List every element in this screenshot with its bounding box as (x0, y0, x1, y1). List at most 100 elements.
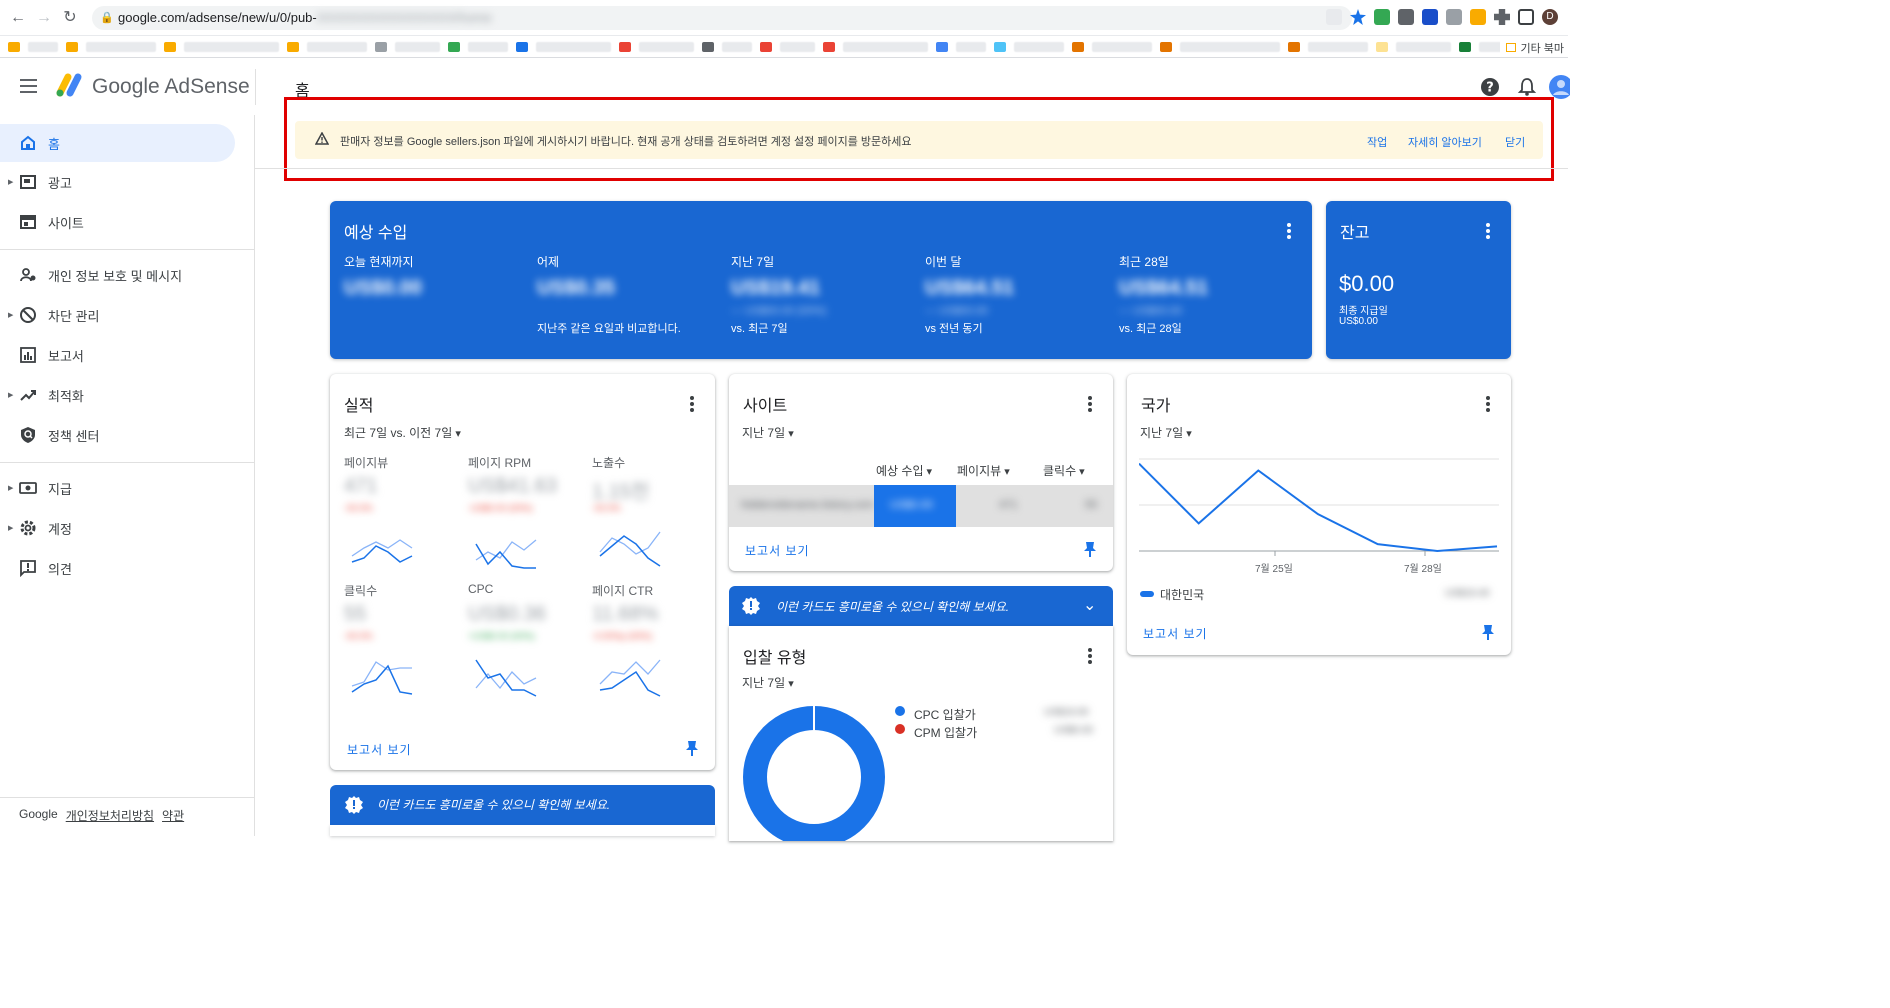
more-vert-icon[interactable] (690, 396, 694, 414)
sidebar-item-sites[interactable]: 사이트 (0, 203, 235, 241)
terms-link[interactable]: 약관 (162, 807, 184, 824)
sparkline-impressions (599, 531, 661, 567)
back-icon[interactable]: ← (8, 8, 28, 28)
bookmark[interactable] (307, 41, 367, 52)
banner-close-button[interactable]: 닫기 (1505, 134, 1525, 150)
bookmark[interactable] (28, 41, 58, 52)
forward-icon[interactable]: → (34, 8, 54, 28)
folder-icon[interactable] (164, 41, 176, 52)
bookmark[interactable] (395, 41, 440, 52)
side-panel-icon[interactable] (1518, 9, 1534, 25)
extension-icon[interactable] (1422, 9, 1438, 25)
bookmark[interactable] (780, 41, 815, 52)
browser-toolbar: ← → ↻ 🔒 google.com/adsense/new/u/0/pub-X… (0, 0, 1568, 36)
bookmark-icon[interactable] (823, 41, 835, 52)
extension-icon[interactable] (1470, 9, 1486, 25)
more-vert-icon[interactable] (1088, 396, 1092, 414)
sidebar-item-reports[interactable]: 보고서 (0, 336, 235, 374)
sidebar-item-optimize[interactable]: ▶ 최적화 (0, 376, 235, 414)
pin-icon[interactable] (685, 740, 699, 756)
sidebar-item-feedback[interactable]: 의견 (0, 549, 235, 587)
sort-pageviews[interactable]: 페이지뷰 (957, 462, 1010, 479)
chevron-down-icon[interactable]: ⌄ (1083, 595, 1096, 615)
bookmark[interactable] (843, 41, 928, 52)
sidebar-item-label: 광고 (48, 175, 72, 191)
bookmark[interactable] (956, 41, 986, 52)
bookmark-icon[interactable] (448, 41, 460, 52)
bookmark[interactable] (536, 41, 611, 52)
bookmark-icon[interactable] (516, 41, 528, 52)
country-report-link[interactable]: 보고서 보기 (1143, 625, 1208, 642)
profile-avatar[interactable]: D (1542, 9, 1558, 25)
bids-range-dropdown[interactable]: 지난 7일 (742, 674, 794, 691)
suggestion-bar[interactable]: 이런 카드도 흥미로울 수 있으니 확인해 보세요. (330, 785, 715, 825)
country-range-dropdown[interactable]: 지난 7일 (1140, 424, 1192, 441)
help-icon[interactable]: ? (1480, 77, 1500, 97)
bookmark-icon[interactable] (1160, 41, 1172, 52)
bookmark[interactable] (86, 41, 156, 52)
sidebar-item-account[interactable]: ▶ 계정 (0, 509, 235, 547)
bookmark[interactable] (468, 41, 508, 52)
folder-icon[interactable] (8, 41, 20, 52)
menu-icon[interactable] (20, 79, 37, 93)
performance-report-link[interactable]: 보고서 보기 (347, 741, 412, 758)
bookmark[interactable] (1396, 41, 1451, 52)
performance-range-dropdown[interactable]: 최근 7일 vs. 이전 7일 (344, 424, 461, 441)
donut-slice-cpc (743, 706, 885, 841)
legend-value-cpm: US$0.00 (1054, 725, 1093, 736)
pin-icon[interactable] (1083, 541, 1097, 557)
folder-icon[interactable] (287, 41, 299, 52)
bookmark-icon[interactable] (1288, 41, 1300, 52)
table-row[interactable]: hiddensitename.tistory.com US$0.00 471 5… (729, 485, 1113, 527)
sidebar-item-home[interactable]: 홈 (0, 124, 235, 162)
banner-learn-more-button[interactable]: 자세히 알아보기 (1408, 134, 1482, 150)
bookmark-icon[interactable] (1072, 41, 1084, 52)
share-icon[interactable] (1326, 9, 1342, 25)
lightbulb-icon (345, 796, 363, 814)
bookmark[interactable] (1180, 41, 1280, 52)
extension-icon[interactable] (1446, 9, 1462, 25)
bookmark[interactable] (722, 41, 752, 52)
sort-clicks[interactable]: 클릭수 (1043, 462, 1085, 479)
extension-icon[interactable] (1374, 9, 1390, 25)
address-bar[interactable]: 🔒 google.com/adsense/new/u/0/pub-XXXXXXX… (92, 6, 1352, 30)
pin-icon[interactable] (1481, 624, 1495, 640)
sort-earnings[interactable]: 예상 수입 (876, 462, 932, 479)
bookmark[interactable] (639, 41, 694, 52)
banner-action-button[interactable]: 작업 (1367, 134, 1387, 150)
bookmark-icon[interactable] (760, 41, 772, 52)
sidebar-item-policy[interactable]: 정책 센터 (0, 416, 235, 454)
more-vert-icon[interactable] (1287, 223, 1291, 241)
bookmark-icon[interactable] (936, 41, 948, 52)
more-vert-icon[interactable] (1088, 648, 1092, 666)
sidebar-item-blocking[interactable]: ▶ 차단 관리 (0, 296, 235, 334)
puzzle-icon[interactable] (1494, 9, 1510, 25)
bookmark-icon[interactable] (375, 41, 387, 52)
folder-icon[interactable] (66, 41, 78, 52)
more-vert-icon[interactable] (1486, 396, 1490, 414)
bookmark[interactable] (184, 41, 279, 52)
bookmark-icon[interactable] (619, 41, 631, 52)
bookmark-icon[interactable] (1376, 41, 1388, 52)
bookmark-icon[interactable] (702, 41, 714, 52)
sidebar-item-payments[interactable]: ▶ 지급 (0, 469, 235, 507)
bookmark-icon[interactable] (994, 41, 1006, 52)
sidebar-item-ads[interactable]: ▶ 광고 (0, 163, 235, 201)
more-vert-icon[interactable] (1486, 223, 1490, 241)
suggestion-bar[interactable]: 이런 카드도 흥미로울 수 있으니 확인해 보세요. ⌄ (729, 586, 1113, 626)
bookmark[interactable] (1308, 41, 1368, 52)
privacy-link[interactable]: 개인정보처리방침 (66, 807, 154, 824)
sidebar-item-privacy[interactable]: 개인 정보 보호 및 메시지 (0, 256, 235, 294)
bookmark-icon[interactable] (1459, 41, 1471, 52)
bookmark-star-icon[interactable] (1350, 9, 1366, 25)
tip-card-body (330, 825, 715, 836)
sites-report-link[interactable]: 보고서 보기 (745, 542, 810, 559)
expand-caret-icon: ▶ (8, 485, 14, 492)
other-bookmarks[interactable]: 기타 북마 (1500, 40, 1564, 56)
bookmark[interactable] (1092, 41, 1152, 52)
sites-range-dropdown[interactable]: 지난 7일 (742, 424, 794, 441)
bookmark[interactable] (1014, 41, 1064, 52)
notifications-icon[interactable] (1517, 77, 1537, 97)
camera-icon[interactable] (1398, 9, 1414, 25)
reload-icon[interactable]: ↻ (60, 8, 80, 28)
